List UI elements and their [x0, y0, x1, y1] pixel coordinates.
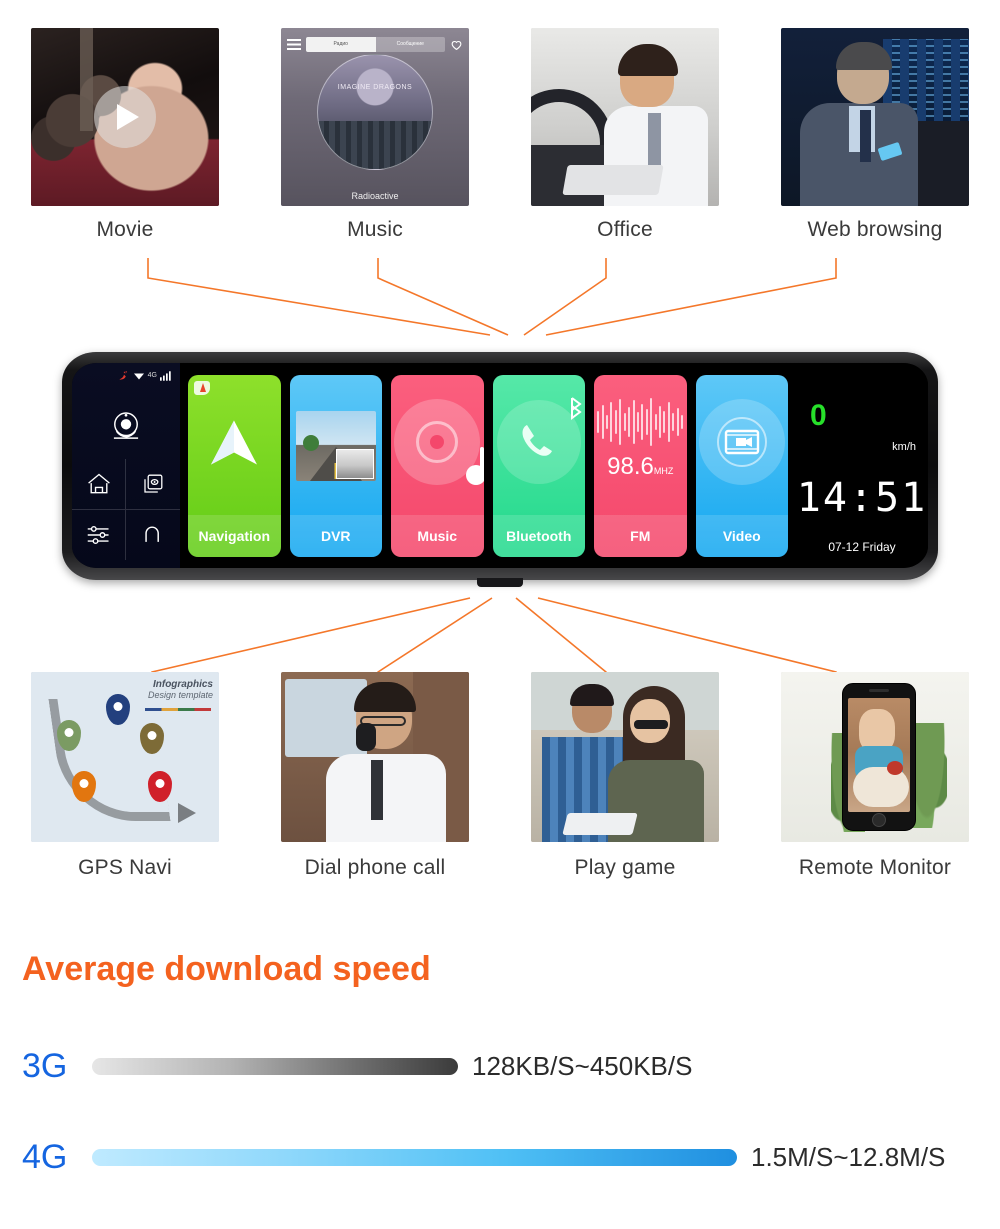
speed-row-3g: 3G 128KB/S~450KB/S: [22, 1047, 1000, 1086]
home-icon[interactable]: [72, 459, 126, 510]
play-button-icon: [94, 86, 156, 148]
feature-music: Радио Сообщение IMAGINE DRAGONS Radioact…: [250, 28, 500, 242]
speed-label-3g: 3G: [22, 1047, 68, 1085]
vinyl-note-icon: [394, 398, 484, 485]
menu-icon: [287, 38, 301, 50]
tile-label: Bluetooth: [492, 514, 585, 557]
wifi-icon: [133, 373, 144, 379]
feature-office: Office: [500, 28, 750, 242]
feature-play-game: Play game: [500, 672, 750, 880]
gps-navi-thumbnail: Infographics Design template: [31, 672, 219, 842]
back-icon[interactable]: [126, 510, 180, 561]
heart-icon: [451, 40, 462, 50]
dial-phone-call-thumbnail: [281, 672, 469, 842]
status-bar: 4G: [72, 370, 172, 381]
music-tab-right: Сообщение: [375, 36, 445, 52]
bottom-feature-row: Infographics Design template GPS Navi Di: [0, 672, 1000, 880]
bluetooth-glyph-icon: [570, 396, 582, 420]
speed-row-4g: 4G 1.5M/S~12.8M/S: [22, 1138, 1000, 1177]
camera-icon[interactable]: [107, 407, 145, 450]
network-type-label: 4G: [147, 372, 157, 379]
tile-fm[interactable]: 98.6MHZ FM: [594, 374, 687, 557]
speed-bar-4g: [92, 1149, 737, 1166]
signal-bars-icon: [160, 370, 171, 381]
feature-label: Music: [347, 218, 403, 241]
feature-label: Play game: [574, 856, 676, 879]
feature-label: Remote Monitor: [798, 856, 952, 879]
tile-video[interactable]: Video: [695, 374, 788, 557]
infographic-title: Infographics: [152, 679, 213, 690]
clock-display: 14:51: [796, 475, 928, 521]
feature-label: Movie: [96, 218, 154, 241]
feature-label: Dial phone call: [304, 856, 446, 879]
feature-web-browsing: Web browsing: [750, 28, 1000, 242]
music-track-title: Radioactive: [351, 191, 399, 201]
device-screen: 4G Navigation DVR Music Bluetooth 98.6MH…: [72, 363, 928, 568]
tile-bluetooth[interactable]: Bluetooth: [492, 374, 585, 557]
tile-music[interactable]: Music: [391, 374, 484, 557]
car-mirror-device: 4G Navigation DVR Music Bluetooth 98.6MH…: [62, 352, 938, 587]
tile-label: DVR: [289, 514, 382, 557]
download-speed-chart: Average download speed 3G 128KB/S~450KB/…: [0, 950, 1000, 1177]
film-camera-icon: [698, 398, 785, 485]
movie-thumbnail: [31, 28, 219, 206]
web-browsing-thumbnail: [781, 28, 969, 206]
top-feature-row: Movie Радио Сообщение IMAGINE DRAGONS Ra…: [0, 28, 1000, 242]
music-thumbnail: Радио Сообщение IMAGINE DRAGONS Radioact…: [281, 28, 469, 206]
control-panel: 4G: [72, 363, 180, 568]
compass-badge-icon: [194, 380, 210, 395]
feature-gps-navi: Infographics Design template GPS Navi: [0, 672, 250, 880]
tile-label: Navigation: [188, 514, 281, 557]
tile-label: FM: [594, 514, 687, 557]
feature-movie: Movie: [0, 28, 250, 242]
tile-dvr[interactable]: DVR: [289, 374, 382, 557]
infographic-subtitle: Design template: [147, 690, 213, 700]
tile-label: Video: [695, 514, 788, 557]
home-button-icon: [871, 813, 886, 827]
satellite-icon: [119, 371, 127, 380]
feature-label: Office: [597, 218, 653, 241]
speed-value-3g: 128KB/S~450KB/S: [472, 1051, 693, 1081]
speed-unit-label: km/h: [892, 441, 916, 453]
settings-sliders-icon[interactable]: [72, 509, 126, 560]
feature-dial-phone-call: Dial phone call: [250, 672, 500, 880]
device-mount-notch: [477, 578, 523, 587]
music-tab-left: Радио: [306, 36, 376, 52]
speed-value-4g: 1.5M/S~12.8M/S: [751, 1142, 946, 1172]
dashcam-preview-icon: [295, 410, 376, 481]
speed-label-4g: 4G: [22, 1138, 68, 1176]
tile-label: Music: [391, 514, 484, 557]
album-art: IMAGINE DRAGONS: [317, 53, 433, 170]
speed-value: 0: [810, 399, 827, 432]
chart-title: Average download speed: [22, 950, 431, 988]
office-thumbnail: [531, 28, 719, 206]
fm-frequency: 98.6MHZ: [607, 452, 674, 480]
phone-bluetooth-icon: [496, 396, 582, 484]
date-display: 07-12 Friday: [828, 540, 896, 554]
map-pin-icon: [147, 770, 172, 802]
remote-monitor-thumbnail: [781, 672, 969, 842]
app-tile-row: Navigation DVR Music Bluetooth 98.6MHZ F…: [180, 363, 796, 568]
waveform-icon: [597, 397, 683, 447]
feature-label: GPS Navi: [78, 856, 172, 879]
speed-bar-3g: [92, 1058, 458, 1075]
tile-navigation[interactable]: Navigation: [188, 374, 281, 557]
navigation-arrow-icon: [211, 420, 258, 465]
info-panel: 0 km/h 14:51 07-12 Friday: [796, 363, 928, 568]
play-game-thumbnail: [531, 672, 719, 842]
gallery-icon[interactable]: [126, 459, 180, 510]
feature-label: Web browsing: [807, 218, 943, 241]
feature-remote-monitor: Remote Monitor: [750, 672, 1000, 880]
